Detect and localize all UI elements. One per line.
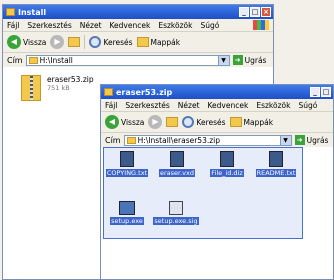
zip-window[interactable]: eraser53.zip _ □ Fájl Szerkesztés Nézet … xyxy=(100,84,334,280)
maximize-button[interactable]: □ xyxy=(321,87,331,97)
zip-file-item[interactable]: eraser53.zip 751 kB xyxy=(21,75,94,101)
forward-button[interactable]: ▶ xyxy=(50,35,65,49)
file-name: eraser53.zip xyxy=(47,75,94,84)
back-button[interactable]: ◀ Vissza xyxy=(105,115,144,129)
go-button[interactable]: ➜ Ugrás xyxy=(294,135,328,145)
menu-favorites[interactable]: Kedvencek xyxy=(208,101,249,110)
forward-button[interactable]: ▶ xyxy=(148,115,163,129)
file-list[interactable]: COPYING.txt eraser.vxd File_id.diz READM… xyxy=(101,147,333,279)
address-input[interactable]: H:\Install ▼ xyxy=(25,54,230,66)
go-button[interactable]: ➜ Ugrás xyxy=(232,55,266,65)
zip-file-icon xyxy=(21,75,41,101)
zip-folder-icon xyxy=(104,88,113,96)
menu-help[interactable]: Súgó xyxy=(298,101,317,110)
window-title: eraser53.zip xyxy=(116,87,173,97)
go-arrow-icon: ➜ xyxy=(232,55,243,65)
address-bar: Cím H:\Install ▼ ➜ Ugrás xyxy=(3,53,273,68)
window-title: Install xyxy=(18,7,47,17)
folder-icon xyxy=(6,8,15,16)
system-file-icon xyxy=(170,151,184,167)
go-arrow-icon: ➜ xyxy=(294,135,305,145)
file-item-file-id[interactable]: File_id.diz xyxy=(205,151,249,177)
file-item-setup-sig[interactable]: setup.exe.sig xyxy=(151,201,201,225)
search-button[interactable]: Keresés xyxy=(182,116,226,128)
search-icon xyxy=(182,116,195,128)
text-file-icon xyxy=(269,151,283,167)
minimize-button[interactable]: _ xyxy=(239,7,249,17)
file-size: 751 kB xyxy=(47,84,70,92)
menu-edit[interactable]: Szerkesztés xyxy=(125,101,169,110)
menu-file[interactable]: Fájl xyxy=(105,101,117,110)
search-icon xyxy=(89,36,102,48)
folders-button[interactable]: Mappák xyxy=(136,37,180,47)
menu-help[interactable]: Súgó xyxy=(200,21,219,30)
text-file-icon xyxy=(120,151,134,167)
title-bar[interactable]: Install _ □ × xyxy=(3,5,273,19)
menu-tools[interactable]: Eszközök xyxy=(256,101,290,110)
address-dropdown-icon[interactable]: ▼ xyxy=(217,55,229,65)
maximize-button[interactable]: □ xyxy=(250,7,260,17)
folders-icon xyxy=(136,37,149,47)
address-bar: Cím H:\Install\eraser53.zip ▼ ➜ Ugrás xyxy=(101,133,333,148)
address-label: Cím xyxy=(7,55,23,65)
toolbar: ◀ Vissza ▶ Keresés Mappák xyxy=(3,32,273,53)
zip-folder-icon xyxy=(126,136,136,144)
windows-logo-icon xyxy=(253,20,269,30)
file-item-eraser-vxd[interactable]: eraser.vxd xyxy=(155,151,199,177)
up-folder-button[interactable] xyxy=(166,117,179,127)
menu-tools[interactable]: Eszközök xyxy=(158,21,192,30)
address-input[interactable]: H:\Install\eraser53.zip ▼ xyxy=(123,134,292,146)
menu-bar: Fájl Szerkesztés Nézet Kedvencek Eszközö… xyxy=(101,99,333,112)
menu-favorites[interactable]: Kedvencek xyxy=(110,21,151,30)
menu-view[interactable]: Nézet xyxy=(178,101,200,110)
file-item-setup-exe[interactable]: setup.exe xyxy=(107,201,147,225)
text-file-icon xyxy=(220,151,234,167)
menu-file[interactable]: Fájl xyxy=(7,21,19,30)
search-button[interactable]: Keresés xyxy=(89,36,133,48)
separator xyxy=(84,35,86,49)
up-folder-button[interactable] xyxy=(68,37,81,47)
menu-edit[interactable]: Szerkesztés xyxy=(27,21,71,30)
menu-bar: Fájl Szerkesztés Nézet Kedvencek Eszközö… xyxy=(3,19,273,32)
address-dropdown-icon[interactable]: ▼ xyxy=(279,135,291,145)
toolbar: ◀ Vissza ▶ Keresés Mappák xyxy=(101,112,333,133)
file-item-readme[interactable]: README.txt xyxy=(253,151,299,177)
file-item-copying[interactable]: COPYING.txt xyxy=(105,151,149,177)
folders-button[interactable]: Mappák xyxy=(229,117,273,127)
close-button[interactable]: × xyxy=(261,7,271,17)
address-label: Cím xyxy=(105,135,121,145)
executable-icon xyxy=(119,201,135,215)
back-arrow-icon: ◀ xyxy=(7,35,21,49)
back-arrow-icon: ◀ xyxy=(105,115,119,129)
folders-icon xyxy=(229,117,242,127)
title-bar[interactable]: eraser53.zip _ □ xyxy=(101,85,333,99)
signature-file-icon xyxy=(169,201,183,215)
menu-view[interactable]: Nézet xyxy=(80,21,102,30)
minimize-button[interactable]: _ xyxy=(310,87,320,97)
folder-icon xyxy=(28,56,38,64)
back-button[interactable]: ◀ Vissza xyxy=(7,35,46,49)
